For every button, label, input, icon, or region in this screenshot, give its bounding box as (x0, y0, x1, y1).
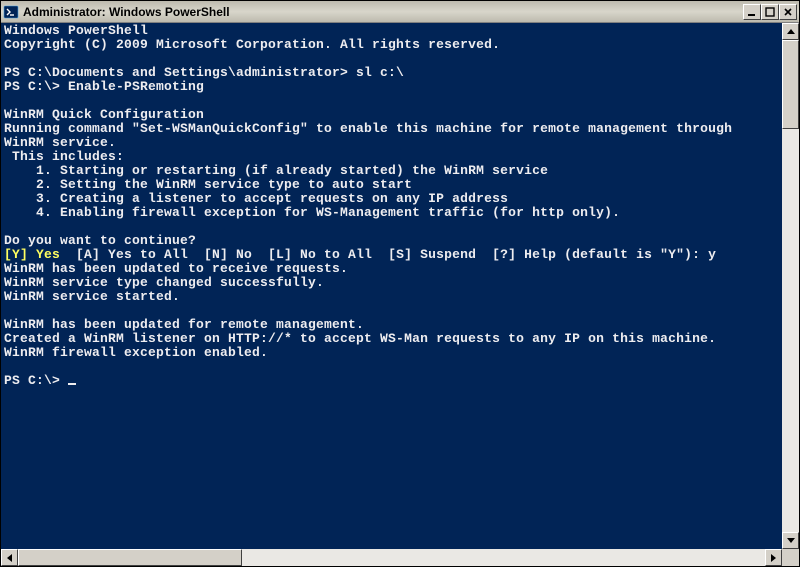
vertical-scroll-thumb[interactable] (782, 40, 799, 129)
choice-options: [A] Yes to All [N] No [L] No to All [S] … (60, 247, 716, 262)
text-cursor (68, 383, 76, 385)
vertical-scrollbar[interactable] (782, 23, 799, 549)
console-output[interactable]: Windows PowerShell Copyright (C) 2009 Mi… (1, 23, 782, 549)
close-button[interactable] (779, 4, 797, 20)
scroll-left-button[interactable] (1, 549, 18, 566)
console-line: Running command "Set-WSManQuickConfig" t… (4, 121, 732, 136)
console-line: WinRM has been updated to receive reques… (4, 261, 348, 276)
window-controls (743, 4, 797, 20)
title-bar[interactable]: Administrator: Windows PowerShell (1, 1, 799, 23)
console-container: Windows PowerShell Copyright (C) 2009 Mi… (1, 23, 799, 566)
choice-default: [Y] Yes (4, 247, 60, 262)
console-line: 3. Creating a listener to accept request… (4, 191, 508, 206)
powershell-icon (3, 4, 19, 20)
console-line: This includes: (4, 149, 124, 164)
console-line: WinRM Quick Configuration (4, 107, 204, 122)
console-line: 4. Enabling firewall exception for WS-Ma… (4, 205, 620, 220)
horizontal-scroll-track[interactable] (242, 549, 765, 566)
console-line: WinRM service. (4, 135, 116, 150)
console-line: 2. Setting the WinRM service type to aut… (4, 177, 412, 192)
chevron-up-icon (787, 29, 795, 34)
horizontal-scroll-thumb[interactable] (18, 549, 242, 566)
scroll-right-button[interactable] (765, 549, 782, 566)
scroll-up-button[interactable] (782, 23, 799, 40)
console-prompt: PS C:\> (4, 373, 68, 388)
console-line: WinRM has been updated for remote manage… (4, 317, 364, 332)
minimize-button[interactable] (743, 4, 761, 20)
chevron-down-icon (787, 538, 795, 543)
console-line: WinRM service started. (4, 289, 180, 304)
window-title: Administrator: Windows PowerShell (23, 5, 743, 19)
scroll-corner (782, 549, 799, 566)
vertical-scroll-track[interactable] (782, 129, 799, 532)
console-line: Created a WinRM listener on HTTP://* to … (4, 331, 716, 346)
chevron-left-icon (7, 554, 12, 562)
horizontal-scrollbar[interactable] (1, 549, 782, 566)
console-line: WinRM service type changed successfully. (4, 275, 324, 290)
console-line: Do you want to continue? (4, 233, 196, 248)
chevron-right-icon (771, 554, 776, 562)
console-line: PS C:\Documents and Settings\administrat… (4, 65, 404, 80)
console-line: Windows PowerShell (4, 23, 148, 38)
console-line: WinRM firewall exception enabled. (4, 345, 268, 360)
console-line: PS C:\> Enable-PSRemoting (4, 79, 204, 94)
scroll-down-button[interactable] (782, 532, 799, 549)
maximize-button[interactable] (761, 4, 779, 20)
console-line: Copyright (C) 2009 Microsoft Corporation… (4, 37, 500, 52)
console-line: 1. Starting or restarting (if already st… (4, 163, 548, 178)
